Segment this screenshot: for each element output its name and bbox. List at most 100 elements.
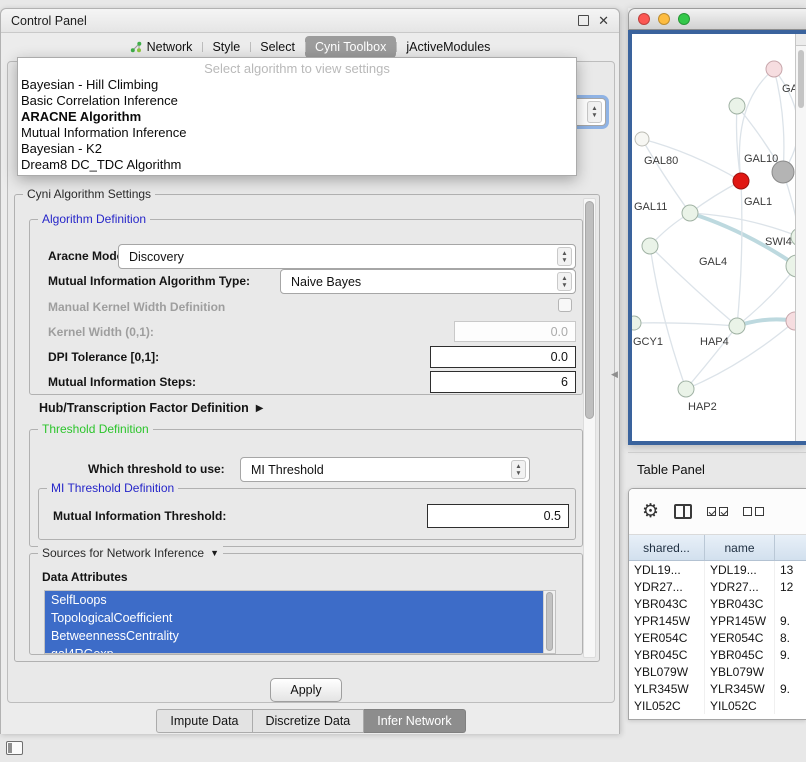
column-header-col3[interactable] [775,535,806,560]
collapse-arrow-icon[interactable]: ▼ [210,548,219,558]
menu-item-dream8-dc-tdc-algorithm[interactable]: Dream8 DC_TDC Algorithm [18,157,576,173]
network-edge[interactable] [690,181,741,213]
mi-threshold-field[interactable]: 0.5 [427,504,569,528]
control-panel-title-bar[interactable]: Control Panel ✕ [1,9,619,33]
scrollbar-thumb[interactable] [585,201,594,419]
float-window-icon[interactable] [578,15,589,26]
network-edge[interactable] [650,246,686,389]
mi-threshold-value: 0.5 [544,509,561,523]
network-canvas[interactable]: GALGAL80GAL10GAL11GAL1SWI4GAL4GCY1HAP4HA… [628,30,806,445]
tab-jactivemodules[interactable]: jActiveModules [396,36,500,58]
network-node-n2[interactable] [729,98,745,114]
data-attributes-list[interactable]: SelfLoopsTopologicalCoefficientBetweenne… [44,590,556,654]
kernel-width-value: 0.0 [551,325,568,339]
tab-select[interactable]: Select [250,36,305,58]
tab-cyni-toolbox[interactable]: Cyni Toolbox [305,36,396,58]
attribute-selfloops[interactable]: SelfLoops [45,591,543,609]
network-node-n1[interactable] [766,61,782,77]
combo-down-arrow-icon: ▼ [561,257,567,264]
apply-button[interactable]: Apply [270,678,342,702]
column-header-shared[interactable]: shared... [629,535,705,560]
bottom-tab-discretize-data[interactable]: Discretize Data [253,709,365,733]
menu-item-mutual-information-inference[interactable]: Mutual Information Inference [18,125,576,141]
hub-definition-label: Hub/Transcription Factor Definition [39,401,249,415]
which-threshold-select[interactable]: MI Threshold ▲▼ [240,457,530,482]
table-cell: YIL052C [629,697,705,714]
window-zoom-button[interactable] [678,13,690,25]
menu-item-aracne-algorithm[interactable]: ARACNE Algorithm [18,109,576,125]
table-cell: YLR345W [629,680,705,697]
network-edge[interactable] [737,181,742,326]
table-cell: 9. [775,646,806,663]
menu-item-basic-correlation-inference[interactable]: Basic Correlation Inference [18,93,576,109]
attribute-topologicalcoefficient[interactable]: TopologicalCoefficient [45,609,543,627]
menu-item-bayesian-k2[interactable]: Bayesian - K2 [18,141,576,157]
network-node-n3[interactable] [635,132,649,146]
aracne-mode-select[interactable]: Discovery ▲▼ [118,244,576,269]
attribute-gal4rgexp[interactable]: gal4RGexp [45,645,543,654]
menu-item-bayesian-hill-climbing[interactable]: Bayesian - Hill Climbing [18,77,576,93]
manual-kernel-width-checkbox[interactable] [558,298,572,312]
network-node-n12[interactable] [678,381,694,397]
combo-stepper-icon: ▲▼ [587,101,602,123]
table-row[interactable]: YBR045CYBR045C9. [629,646,806,663]
node-label-gal11: GAL11 [634,201,667,213]
mi-algorithm-type-select[interactable]: Naive Bayes ▲▼ [280,269,576,294]
table-cell [775,663,806,680]
select-all-icon[interactable] [707,507,728,516]
combo-down-arrow-icon: ▼ [515,470,521,477]
kernel-width-field[interactable]: 0.0 [454,321,576,342]
algorithm-menu-placeholder: Select algorithm to view settings [18,60,576,77]
hub-definition-expander[interactable]: Hub/Transcription Factor Definition ▶ [39,401,263,415]
column-header-name[interactable]: name [705,535,775,560]
attribute-betweennesscentrality[interactable]: BetweennessCentrality [45,627,543,645]
settings-vertical-scrollbar[interactable] [583,198,596,658]
panel-collapse-arrow-icon[interactable]: ◀ [611,369,618,380]
combo-up-arrow-icon: ▲ [561,250,567,257]
window-close-button[interactable] [638,13,650,25]
scrollbar-thumb[interactable] [546,592,553,651]
network-node-n10[interactable] [729,318,745,334]
network-window-title-bar[interactable] [628,8,806,30]
table-row[interactable]: YDR27...YDR27...12 [629,578,806,595]
table-row[interactable]: YBL079WYBL079W [629,663,806,680]
tab-style[interactable]: Style [202,36,250,58]
table-row[interactable]: YPR145WYPR145W9. [629,612,806,629]
dpi-tolerance-label: DPI Tolerance [0,1]: [48,350,159,364]
sources-group-title[interactable]: Sources for Network Inference ▼ [38,546,223,560]
network-view-window: GALGAL80GAL10GAL11GAL1SWI4GAL4GCY1HAP4HA… [628,8,806,445]
tab-network[interactable]: Network [120,36,203,58]
network-node-n5[interactable] [733,173,749,189]
attributes-scrollbar[interactable] [543,591,555,653]
which-threshold-label: Which threshold to use: [88,462,225,476]
window-minimize-button[interactable] [658,13,670,25]
table-row[interactable]: YDL19...YDL19...13 [629,561,806,578]
network-vertical-scrollbar[interactable] [795,34,806,441]
combo-stepper-icon: ▲▼ [557,272,572,291]
bottom-tab-infer-network[interactable]: Infer Network [364,709,465,733]
network-node-n13[interactable] [632,316,641,330]
mi-steps-field[interactable]: 6 [430,371,576,393]
close-window-icon[interactable]: ✕ [598,13,609,29]
algorithm-definition-title: Algorithm Definition [38,212,150,226]
table-panel-header: Table Panel [628,452,806,486]
table-row[interactable]: YBR043CYBR043C [629,595,806,612]
table-settings-gear-icon[interactable]: ⚙ [642,502,659,521]
sources-group: Sources for Network Inference ▼ Data Att… [29,553,583,655]
bottom-tab-impute-data[interactable]: Impute Data [156,709,252,733]
bottom-tab-bar: Impute DataDiscretize DataInfer Network [1,709,621,733]
network-edge[interactable] [634,323,737,326]
control-panel-dock-icon[interactable] [6,741,23,755]
table-row[interactable]: YLR345WYLR345W9. [629,680,806,697]
network-node-n6[interactable] [682,205,698,221]
aracne-mode-value: Discovery [129,250,184,264]
table-row[interactable]: YER054CYER054C8. [629,629,806,646]
column-visibility-icon[interactable] [674,504,692,519]
network-node-n8[interactable] [642,238,658,254]
deselect-all-icon[interactable] [743,507,764,516]
scrollbar-thumb[interactable] [798,50,804,108]
dpi-tolerance-field[interactable]: 0.0 [430,346,576,368]
table-row[interactable]: YIL052CYIL052C [629,697,806,714]
table-cell: 12 [775,578,806,595]
checked-box-icon [719,507,728,516]
